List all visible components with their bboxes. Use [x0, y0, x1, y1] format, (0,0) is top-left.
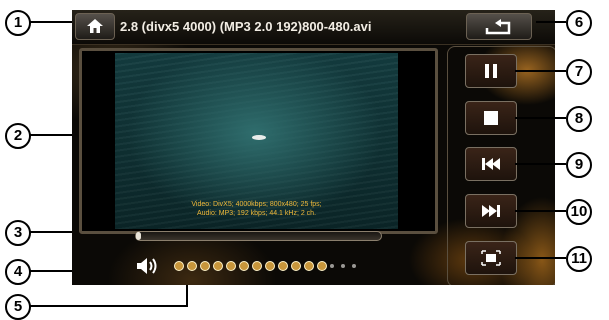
callout-2: 2: [5, 123, 31, 149]
volume-dot-filled[interactable]: [304, 261, 314, 271]
volume-dot-filled[interactable]: [187, 261, 197, 271]
callout-leader-1: [30, 21, 72, 23]
video-picture: Video: DivX5; 4000kbps; 800x480; 25 fps;…: [115, 53, 398, 229]
volume-dot-filled[interactable]: [174, 261, 184, 271]
callout-6: 6: [566, 10, 592, 36]
volume-dot-filled[interactable]: [317, 261, 327, 271]
callout-leader-5: [30, 305, 188, 307]
pause-button[interactable]: [465, 54, 517, 88]
volume-dot-filled[interactable]: [239, 261, 249, 271]
callout-5: 5: [5, 294, 31, 320]
volume-dot-filled[interactable]: [213, 261, 223, 271]
callout-10: 10: [566, 199, 592, 225]
volume-dot-filled[interactable]: [278, 261, 288, 271]
boat-in-video: [252, 135, 266, 140]
callout-8: 8: [566, 106, 592, 132]
home-icon: [87, 19, 103, 33]
volume-dot-empty[interactable]: [352, 264, 356, 268]
callout-leader-7: [515, 70, 566, 72]
home-button[interactable]: [75, 13, 115, 40]
callout-leader-10: [515, 210, 566, 212]
fullscreen-button[interactable]: [465, 241, 517, 275]
video-frame[interactable]: Video: DivX5; 4000kbps; 800x480; 25 fps;…: [79, 48, 438, 234]
volume-dot-empty[interactable]: [330, 264, 334, 268]
seek-bar[interactable]: [135, 231, 382, 241]
callout-3: 3: [5, 220, 31, 246]
pause-icon: [485, 64, 497, 78]
callout-leader-9: [515, 163, 566, 165]
previous-button[interactable]: [465, 147, 517, 181]
callout-leader-6: [536, 21, 566, 23]
stop-button[interactable]: [465, 101, 517, 135]
repeat-button[interactable]: [466, 13, 532, 40]
volume-dot-filled[interactable]: [200, 261, 210, 271]
video-player-screen: 2.8 (divx5 4000) (MP3 2.0 192)800-480.av…: [72, 10, 555, 285]
callout-9: 9: [566, 152, 592, 178]
video-info-line2: Audio: MP3; 192 kbps; 44.1 kHz; 2 ch.: [196, 210, 317, 217]
volume-dot-filled[interactable]: [291, 261, 301, 271]
callout-1: 1: [5, 10, 31, 36]
fullscreen-icon: [481, 250, 501, 266]
volume-dot-filled[interactable]: [265, 261, 275, 271]
previous-icon: [482, 158, 500, 170]
seek-bar-fill: [136, 232, 141, 240]
repeat-icon: [485, 19, 511, 35]
callout-11: 11: [566, 246, 592, 272]
volume-dot-filled[interactable]: [226, 261, 236, 271]
callout-4: 4: [5, 259, 31, 285]
next-icon: [482, 205, 500, 217]
callout-7: 7: [566, 59, 592, 85]
callout-leader-11: [515, 257, 566, 259]
stop-icon: [484, 111, 498, 125]
video-info-line1: Video: DivX5; 4000kbps; 800x480; 25 fps;: [191, 201, 322, 208]
callout-leader-8: [515, 117, 566, 119]
volume-dot-filled[interactable]: [252, 261, 262, 271]
volume-dot-empty[interactable]: [341, 264, 345, 268]
video-info: Video: DivX5; 4000kbps; 800x480; 25 fps;…: [115, 200, 398, 218]
title-bar: 2.8 (divx5 4000) (MP3 2.0 192)800-480.av…: [72, 10, 555, 45]
volume-icon[interactable]: [135, 256, 161, 276]
file-title: 2.8 (divx5 4000) (MP3 2.0 192)800-480.av…: [120, 19, 372, 34]
next-button[interactable]: [465, 194, 517, 228]
